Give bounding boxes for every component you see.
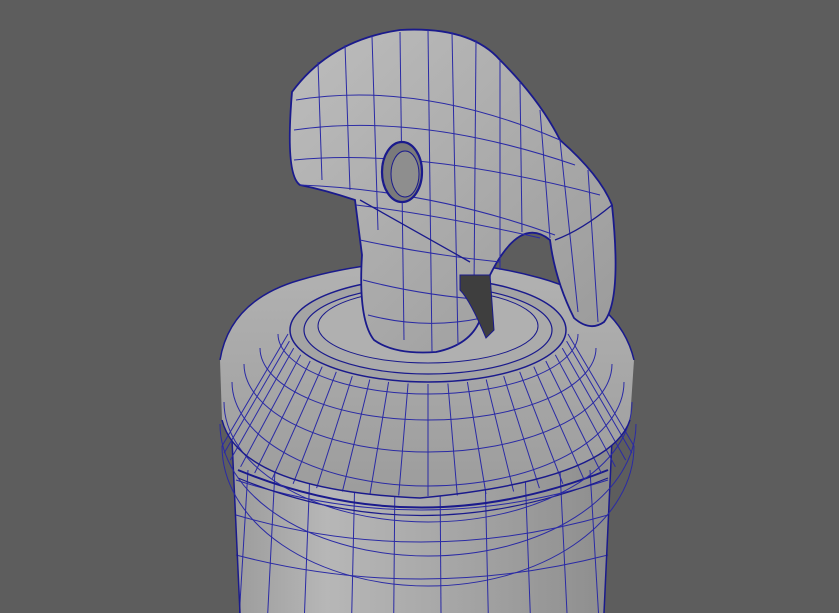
nozzle-hole [380,140,424,204]
3d-viewport[interactable] [0,0,839,613]
mesh-render[interactable] [0,0,839,613]
